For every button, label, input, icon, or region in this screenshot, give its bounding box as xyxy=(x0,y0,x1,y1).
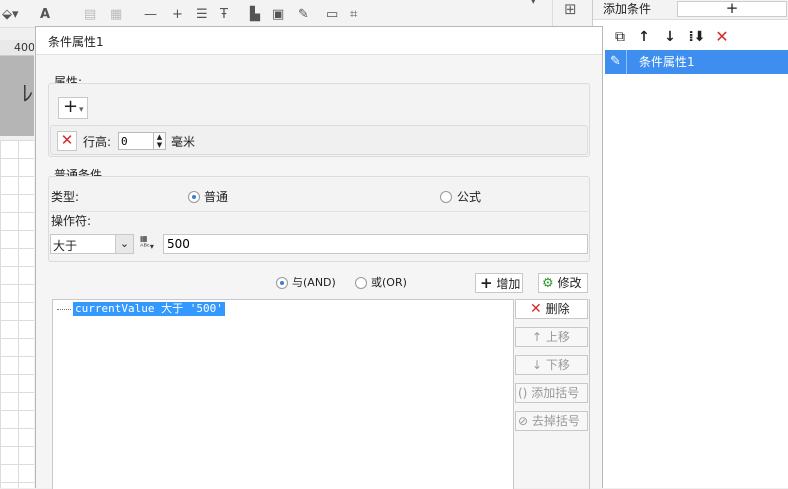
add-condition-button[interactable]: + xyxy=(677,1,787,17)
move-down-button[interactable]: ↓ 下移 xyxy=(515,355,588,375)
edit-icon[interactable]: ✎ xyxy=(298,8,309,22)
ruler: 400 xyxy=(0,40,34,56)
condition-list-toolbar: ⧉ ↑ ↓ ⁞⬇ ✕ xyxy=(593,26,788,48)
remove-row-height-button[interactable]: ✕ xyxy=(57,131,77,151)
sort-down-icon[interactable]: ⁞⬇ xyxy=(688,28,706,46)
modify-icon: ⚙ xyxy=(542,276,554,291)
operator-select[interactable]: 大于 ⌄ xyxy=(50,234,134,254)
font-color-icon[interactable]: A xyxy=(40,8,50,22)
delete-icon: ✕ xyxy=(530,301,542,317)
logic-or-label[interactable]: 或(OR) xyxy=(371,276,407,290)
copy-icon[interactable]: ⧉ xyxy=(611,28,629,46)
add-property-button[interactable]: + ▾ xyxy=(58,97,88,119)
add-bracket-button[interactable]: () 添加括号 xyxy=(515,383,588,403)
arrow-up-icon[interactable]: ↑ xyxy=(635,28,653,46)
paint-bucket-icon[interactable]: ⬙▾ xyxy=(2,8,19,22)
row-height-label: 行高: xyxy=(83,135,112,149)
pencil-icon: ✎ xyxy=(605,50,627,74)
row-height-input[interactable] xyxy=(118,132,154,150)
row-height-unit: 毫米 xyxy=(171,135,196,149)
tree-connector xyxy=(57,309,71,310)
form-icon[interactable]: ▭ xyxy=(326,8,338,22)
arrow-down-icon[interactable]: ↓ xyxy=(661,28,679,46)
remove-bracket-icon: ⊘ xyxy=(518,414,529,428)
type-formula-radio[interactable] xyxy=(440,191,452,203)
remove-bracket-label: 去掉括号 xyxy=(531,414,580,428)
image-icon[interactable]: ▣ xyxy=(272,8,284,22)
editor-toolbar: ⬙▾ A ▤ ▦ — + ☰ Ŧ ▙ ▣ ✎ ▭ ⌗ ▾ xyxy=(0,0,552,28)
delete-icon[interactable]: ✕ xyxy=(713,28,731,46)
tree-node[interactable]: currentValue 大于 '500' xyxy=(73,302,225,316)
align-icon[interactable]: ▤ xyxy=(84,8,96,22)
modify-condition-label: 修改 xyxy=(557,276,582,290)
ruler-label: 400 xyxy=(14,41,34,54)
line-icon[interactable]: — xyxy=(144,8,157,22)
condition-list-header: 添加条件 + xyxy=(593,0,788,20)
type-normal-label[interactable]: 普通 xyxy=(204,190,228,204)
text-format-icon[interactable]: Ŧ xyxy=(220,8,228,22)
type-normal-radio[interactable] xyxy=(188,191,200,203)
chevron-down-icon[interactable]: ⌄ xyxy=(115,235,133,253)
editor-grid[interactable] xyxy=(0,140,34,488)
dialog-title-bar: 条件属性1 xyxy=(36,27,602,55)
chevron-down-icon[interactable]: ▾ xyxy=(530,0,537,8)
operator-label: 操作符: xyxy=(51,214,92,228)
dialog-title: 条件属性1 xyxy=(48,35,104,49)
move-up-label: 上移 xyxy=(545,330,570,344)
logic-and-radio[interactable] xyxy=(276,277,288,289)
arrow-down-icon: ↓ xyxy=(532,358,543,372)
type-label: 类型: xyxy=(51,190,80,204)
condition-list-item[interactable]: ✎ 条件属性1 xyxy=(605,50,788,74)
row-height-spinner[interactable]: ▲ ▼ xyxy=(154,132,166,150)
chart-icon[interactable]: ▙ xyxy=(250,8,260,22)
add-property-symbol: + xyxy=(63,96,79,117)
move-up-button[interactable]: ↑ 上移 xyxy=(515,327,588,347)
plus-small-icon[interactable]: + xyxy=(172,8,183,22)
logic-and-label[interactable]: 与(AND) xyxy=(292,276,336,290)
table-icon[interactable]: ▦ xyxy=(110,8,122,22)
add-condition-item-button[interactable]: + 增加 xyxy=(475,273,523,293)
s-glyph: ﾚ xyxy=(22,82,34,107)
delete-condition-label: 删除 xyxy=(545,302,570,316)
add-condition-label: 添加条件 xyxy=(603,2,652,16)
text-align-icon[interactable]: ☰ xyxy=(196,8,208,22)
move-down-label: 下移 xyxy=(545,358,570,372)
editor-canvas-header: ﾚ xyxy=(0,56,34,136)
modify-condition-button[interactable]: ⚙ 修改 xyxy=(538,273,588,293)
condition-value-input[interactable] xyxy=(163,234,588,254)
add-bracket-label: 添加括号 xyxy=(531,386,580,400)
remove-bracket-button[interactable]: ⊘ 去掉括号 xyxy=(515,411,588,431)
condition-tree[interactable]: currentValue 大于 '500' xyxy=(52,299,514,489)
condition-side-buttons: ✕ 删除 ↑ 上移 ↓ 下移 () 添加括号 ⊘ 去掉括号 xyxy=(514,299,590,489)
grid-settings-icon[interactable]: ⊞ xyxy=(564,0,577,18)
condition-list-panel: 添加条件 + ⧉ ↑ ↓ ⁞⬇ ✕ ✎ 条件属性1 xyxy=(592,0,788,488)
condition-list-item-label: 条件属性1 xyxy=(639,55,695,69)
operator-selected-value: 大于 xyxy=(53,239,78,253)
delete-condition-button[interactable]: ✕ 删除 xyxy=(515,299,588,319)
condition-properties-dialog: 条件属性1 属性: +▾ ✕ 行高: ▲▼ 毫米 普通条件 类型: 普通 公式 … xyxy=(35,26,603,489)
add-condition-item-label: 增加 xyxy=(496,277,521,291)
plus-icon: + xyxy=(480,274,493,292)
frame-icon[interactable]: ⌗ xyxy=(350,8,357,22)
type-formula-label[interactable]: 公式 xyxy=(457,190,481,204)
divider xyxy=(50,211,588,212)
logic-or-radio[interactable] xyxy=(355,277,367,289)
formula-editor-icon[interactable]: ▦ ᴬᴮᶜ▾ xyxy=(140,235,154,251)
arrow-up-icon: ↑ xyxy=(532,330,543,344)
chevron-down-icon: ▾ xyxy=(79,105,84,115)
bracket-icon: () xyxy=(518,386,528,400)
